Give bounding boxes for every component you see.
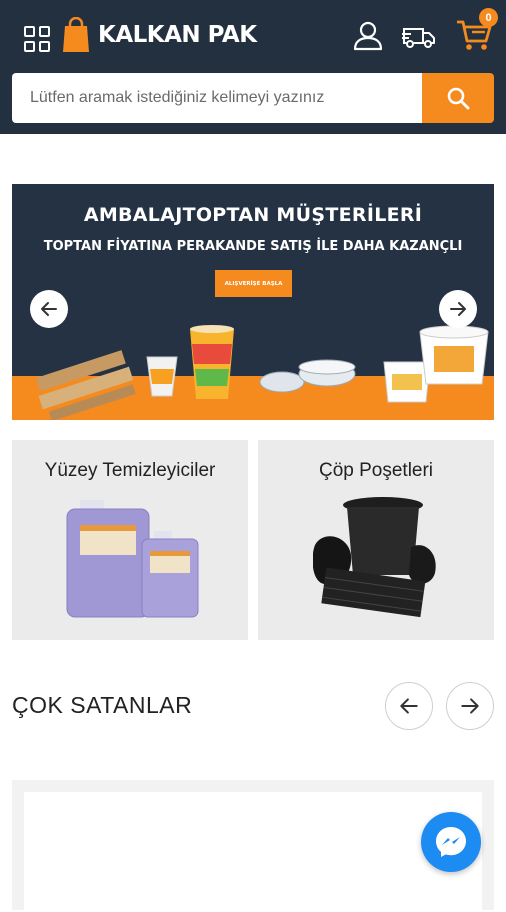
search-input[interactable]: [12, 73, 422, 123]
garbage-bags-image: [313, 497, 436, 618]
messenger-chat-button[interactable]: [421, 812, 481, 872]
search-bar: [12, 73, 494, 123]
shopping-bag-icon: [63, 17, 89, 52]
category-label: Yüzey Temizleyiciler: [44, 460, 216, 481]
delivery-truck-icon[interactable]: [402, 20, 436, 52]
category-card-surface-cleaners[interactable]: Yüzey Temizleyiciler: [12, 440, 248, 640]
arrow-left-icon: [400, 698, 418, 714]
brand-name: KALKAN PAK: [98, 22, 257, 48]
brand-logo[interactable]: KALKAN PAK: [62, 17, 257, 53]
search-icon: [447, 87, 470, 110]
banner-products-image: [35, 325, 489, 420]
user-icon[interactable]: [352, 20, 384, 52]
best-sellers-next-button[interactable]: [446, 682, 494, 730]
category-label: Çöp Poşetleri: [318, 460, 434, 481]
arrow-right-icon: [461, 698, 479, 714]
banner-cta-button[interactable]: ALIŞVERİŞE BAŞLA: [215, 270, 292, 297]
arrow-right-icon: [450, 302, 466, 316]
banner-prev-button[interactable]: [30, 290, 68, 328]
best-sellers-prev-button[interactable]: [385, 682, 433, 730]
best-sellers-title: ÇOK SATANLAR: [12, 692, 193, 718]
promo-banner[interactable]: AMBALAJTOPTAN MÜŞTERİLERİ TOPTAN FİYATIN…: [12, 184, 494, 420]
banner-subtitle: TOPTAN FİYATINA PERAKANDE SATIŞ İLE DAHA…: [43, 239, 463, 254]
messenger-icon: [436, 827, 466, 857]
category-card-garbage-bags[interactable]: Çöp Poşetleri: [258, 440, 494, 640]
menu-grid-icon[interactable]: [24, 26, 50, 52]
search-button[interactable]: [422, 73, 494, 123]
arrow-left-icon: [41, 302, 57, 316]
surface-cleaner-image: [66, 500, 199, 618]
app-header: KALKAN PAK 0: [0, 0, 506, 134]
banner-next-button[interactable]: [439, 290, 477, 328]
cart-count-badge: 0: [479, 8, 498, 27]
product-card-body: [24, 792, 482, 912]
banner-title: AMBALAJTOPTAN MÜŞTERİLERİ: [83, 204, 423, 226]
